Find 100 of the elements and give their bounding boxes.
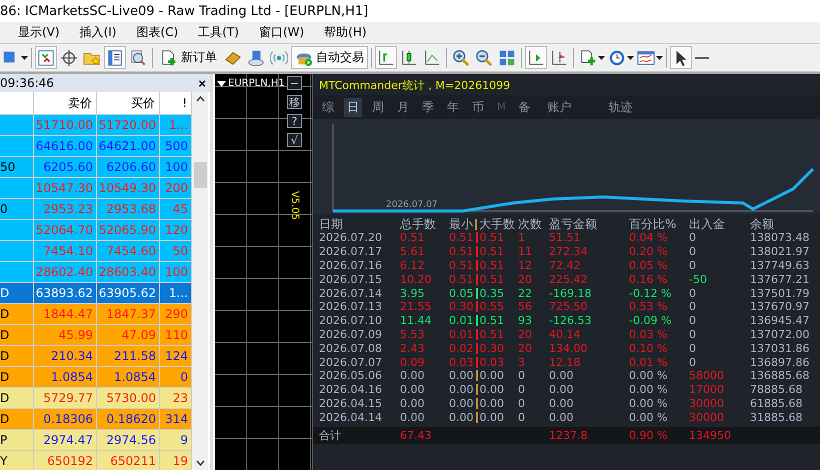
quote-row[interactable]: D 5729.77 5730.00 23 xyxy=(0,388,192,409)
panel-button[interactable]: √ xyxy=(286,133,302,147)
toolbar-button[interactable]: 新订单 xyxy=(156,46,221,69)
caret-icon[interactable] xyxy=(21,56,28,60)
profit-cell-text: 725.50 xyxy=(549,300,588,314)
quote-row[interactable]: D 1.0854 1.0854 0 xyxy=(0,367,192,388)
dropdown-icon[interactable] xyxy=(217,80,226,86)
scrollbar-thumb[interactable] xyxy=(194,162,206,188)
quote-row[interactable]: P 2974.47 2974.56 9 xyxy=(0,430,192,451)
quote-row[interactable]: D 1844.47 1847.37 290 xyxy=(0,304,192,325)
bid-cell: 2953.23 xyxy=(34,199,97,219)
menu-item[interactable]: 工具(T) xyxy=(198,24,239,41)
bid-cell: 1844.47 xyxy=(34,304,97,324)
date-cell-text: 2026.07.14 xyxy=(319,286,383,300)
ask-cell: 52065.90 xyxy=(97,220,160,240)
balance-cell-text: 31885.68 xyxy=(750,410,804,424)
tab[interactable]: 备 xyxy=(516,98,534,116)
quote-row[interactable]: 64616.00 64621.00 500 xyxy=(0,136,192,157)
panel-button[interactable]: 移 xyxy=(286,95,302,109)
deposit-cell-text: -50 xyxy=(689,272,708,286)
balance-cell-text: 137501.79 xyxy=(750,286,810,300)
document-plus-icon xyxy=(160,48,178,66)
zoom-out-icon xyxy=(475,48,493,66)
quote-row[interactable]: 0 2953.23 2953.68 45 xyxy=(0,199,192,220)
line-tool-icon xyxy=(695,56,709,58)
tab[interactable]: 月 xyxy=(394,98,412,116)
balance-cell-text: 61885.68 xyxy=(750,396,804,410)
profit-cell-text: 225.42 xyxy=(549,272,588,286)
count-cell-text: 20 xyxy=(518,342,533,355)
date-cell-text: 2026.04.14 xyxy=(319,410,383,424)
quote-row[interactable]: D 210.34 211.58 124 xyxy=(0,346,192,367)
tab[interactable]: 币 xyxy=(469,98,487,116)
lots-cell-text: 67.43 xyxy=(400,429,432,442)
percent-cell-text: 0.10 % xyxy=(629,342,668,355)
menu-item[interactable]: 窗口(W) xyxy=(258,24,304,41)
max-lots-cell: 0.00 xyxy=(480,383,504,396)
close-button[interactable]: × xyxy=(194,76,210,90)
quote-row[interactable]: Y 650192 650211 19 xyxy=(0,451,192,470)
balance-cell-text: 136945.47 xyxy=(750,314,810,328)
caret-icon[interactable] xyxy=(598,56,605,60)
quote-row[interactable]: 50 6205.60 6206.60 100 xyxy=(0,157,192,178)
scrollbar[interactable] xyxy=(192,92,208,470)
chart-scroll-icon xyxy=(527,48,545,66)
ask-cell: 5730.00 xyxy=(97,388,160,408)
percent-cell-text: 0.16 % xyxy=(629,272,668,286)
quote-row[interactable]: D 45.99 47.09 110 xyxy=(0,325,192,346)
scroll-up-icon[interactable] xyxy=(196,96,204,102)
column-separator xyxy=(475,219,477,230)
tile-windows-icon xyxy=(498,48,516,66)
count-cell-text: 56 xyxy=(518,300,533,314)
tab[interactable]: 日 xyxy=(344,98,362,116)
tab[interactable]: 周 xyxy=(369,98,387,116)
symbol-cell: Y xyxy=(0,451,34,470)
bid-cell: 64616.00 xyxy=(34,136,97,156)
column-header: 总手数 xyxy=(400,216,437,232)
toolbar-icon-button[interactable] xyxy=(670,46,692,69)
column-header[interactable]: 卖价 xyxy=(34,92,97,114)
tab[interactable]: 综 xyxy=(319,98,337,116)
column-header[interactable]: 买价 xyxy=(97,92,160,114)
bid-cell: 6205.60 xyxy=(34,157,97,177)
deposit-cell-text: 58000 xyxy=(689,369,725,382)
min-lots-cell: 0.00 xyxy=(449,396,474,410)
bid-cell: 0.18306 xyxy=(34,409,97,429)
panel-button[interactable]: − xyxy=(286,76,302,90)
menu-item[interactable]: 显示(V) xyxy=(18,24,60,41)
bid-cell: 52064.70 xyxy=(34,220,97,240)
menu-item[interactable]: 图表(C) xyxy=(136,24,178,41)
bid-cell: 63893.62 xyxy=(34,283,97,303)
caret-icon[interactable] xyxy=(627,56,634,60)
toolbar-icon-button[interactable] xyxy=(35,46,57,69)
toolbar-icon-button[interactable] xyxy=(104,46,126,69)
tab[interactable]: 季 xyxy=(419,98,437,116)
percent-cell-text: 0.04 % xyxy=(629,231,668,244)
scroll-down-icon[interactable] xyxy=(196,460,204,466)
window-title: 86: ICMarketsSC-Live09 - Raw Trading Ltd - [EURPLN,H1] xyxy=(0,4,368,18)
min-lots-cell: 0.51 xyxy=(449,258,474,272)
menu-item[interactable]: 帮助(H) xyxy=(324,24,367,41)
caret-icon[interactable] xyxy=(656,56,663,60)
column-header: 盈亏金额 xyxy=(549,216,598,233)
tab[interactable]: 轨迹 xyxy=(606,98,636,116)
deposit-cell-text: 30000 xyxy=(689,410,725,424)
count-cell-text: 0 xyxy=(518,369,526,382)
deposit-cell-text: 30000 xyxy=(689,396,725,410)
balance-cell-text: 78885.68 xyxy=(750,383,804,396)
ask-cell: 211.58 xyxy=(97,346,160,366)
min-lots-cell: 0.51 xyxy=(449,272,474,286)
count-cell-text: 20 xyxy=(518,328,533,341)
profit-cell-text: 272.34 xyxy=(549,245,588,258)
panel-button[interactable]: ? xyxy=(286,114,302,128)
tab[interactable]: 年 xyxy=(444,98,462,116)
lots-cell-text: 11.44 xyxy=(400,314,432,328)
toolbar-button[interactable]: 自动交易 xyxy=(291,46,368,69)
quote-row[interactable]: D 0.18306 0.18620 314 xyxy=(0,409,192,430)
tab[interactable]: 账户 xyxy=(544,98,575,116)
toolbar-icon-button[interactable] xyxy=(375,46,397,69)
menu-item[interactable]: 插入(I) xyxy=(80,24,116,41)
toolbar-icon-button[interactable] xyxy=(525,46,547,69)
percent-cell-text: 0.00 % xyxy=(629,383,668,396)
quote-row[interactable]: D 63893.62 63905.62 1... xyxy=(0,283,192,304)
deposit-cell-text: 0 xyxy=(689,245,697,258)
